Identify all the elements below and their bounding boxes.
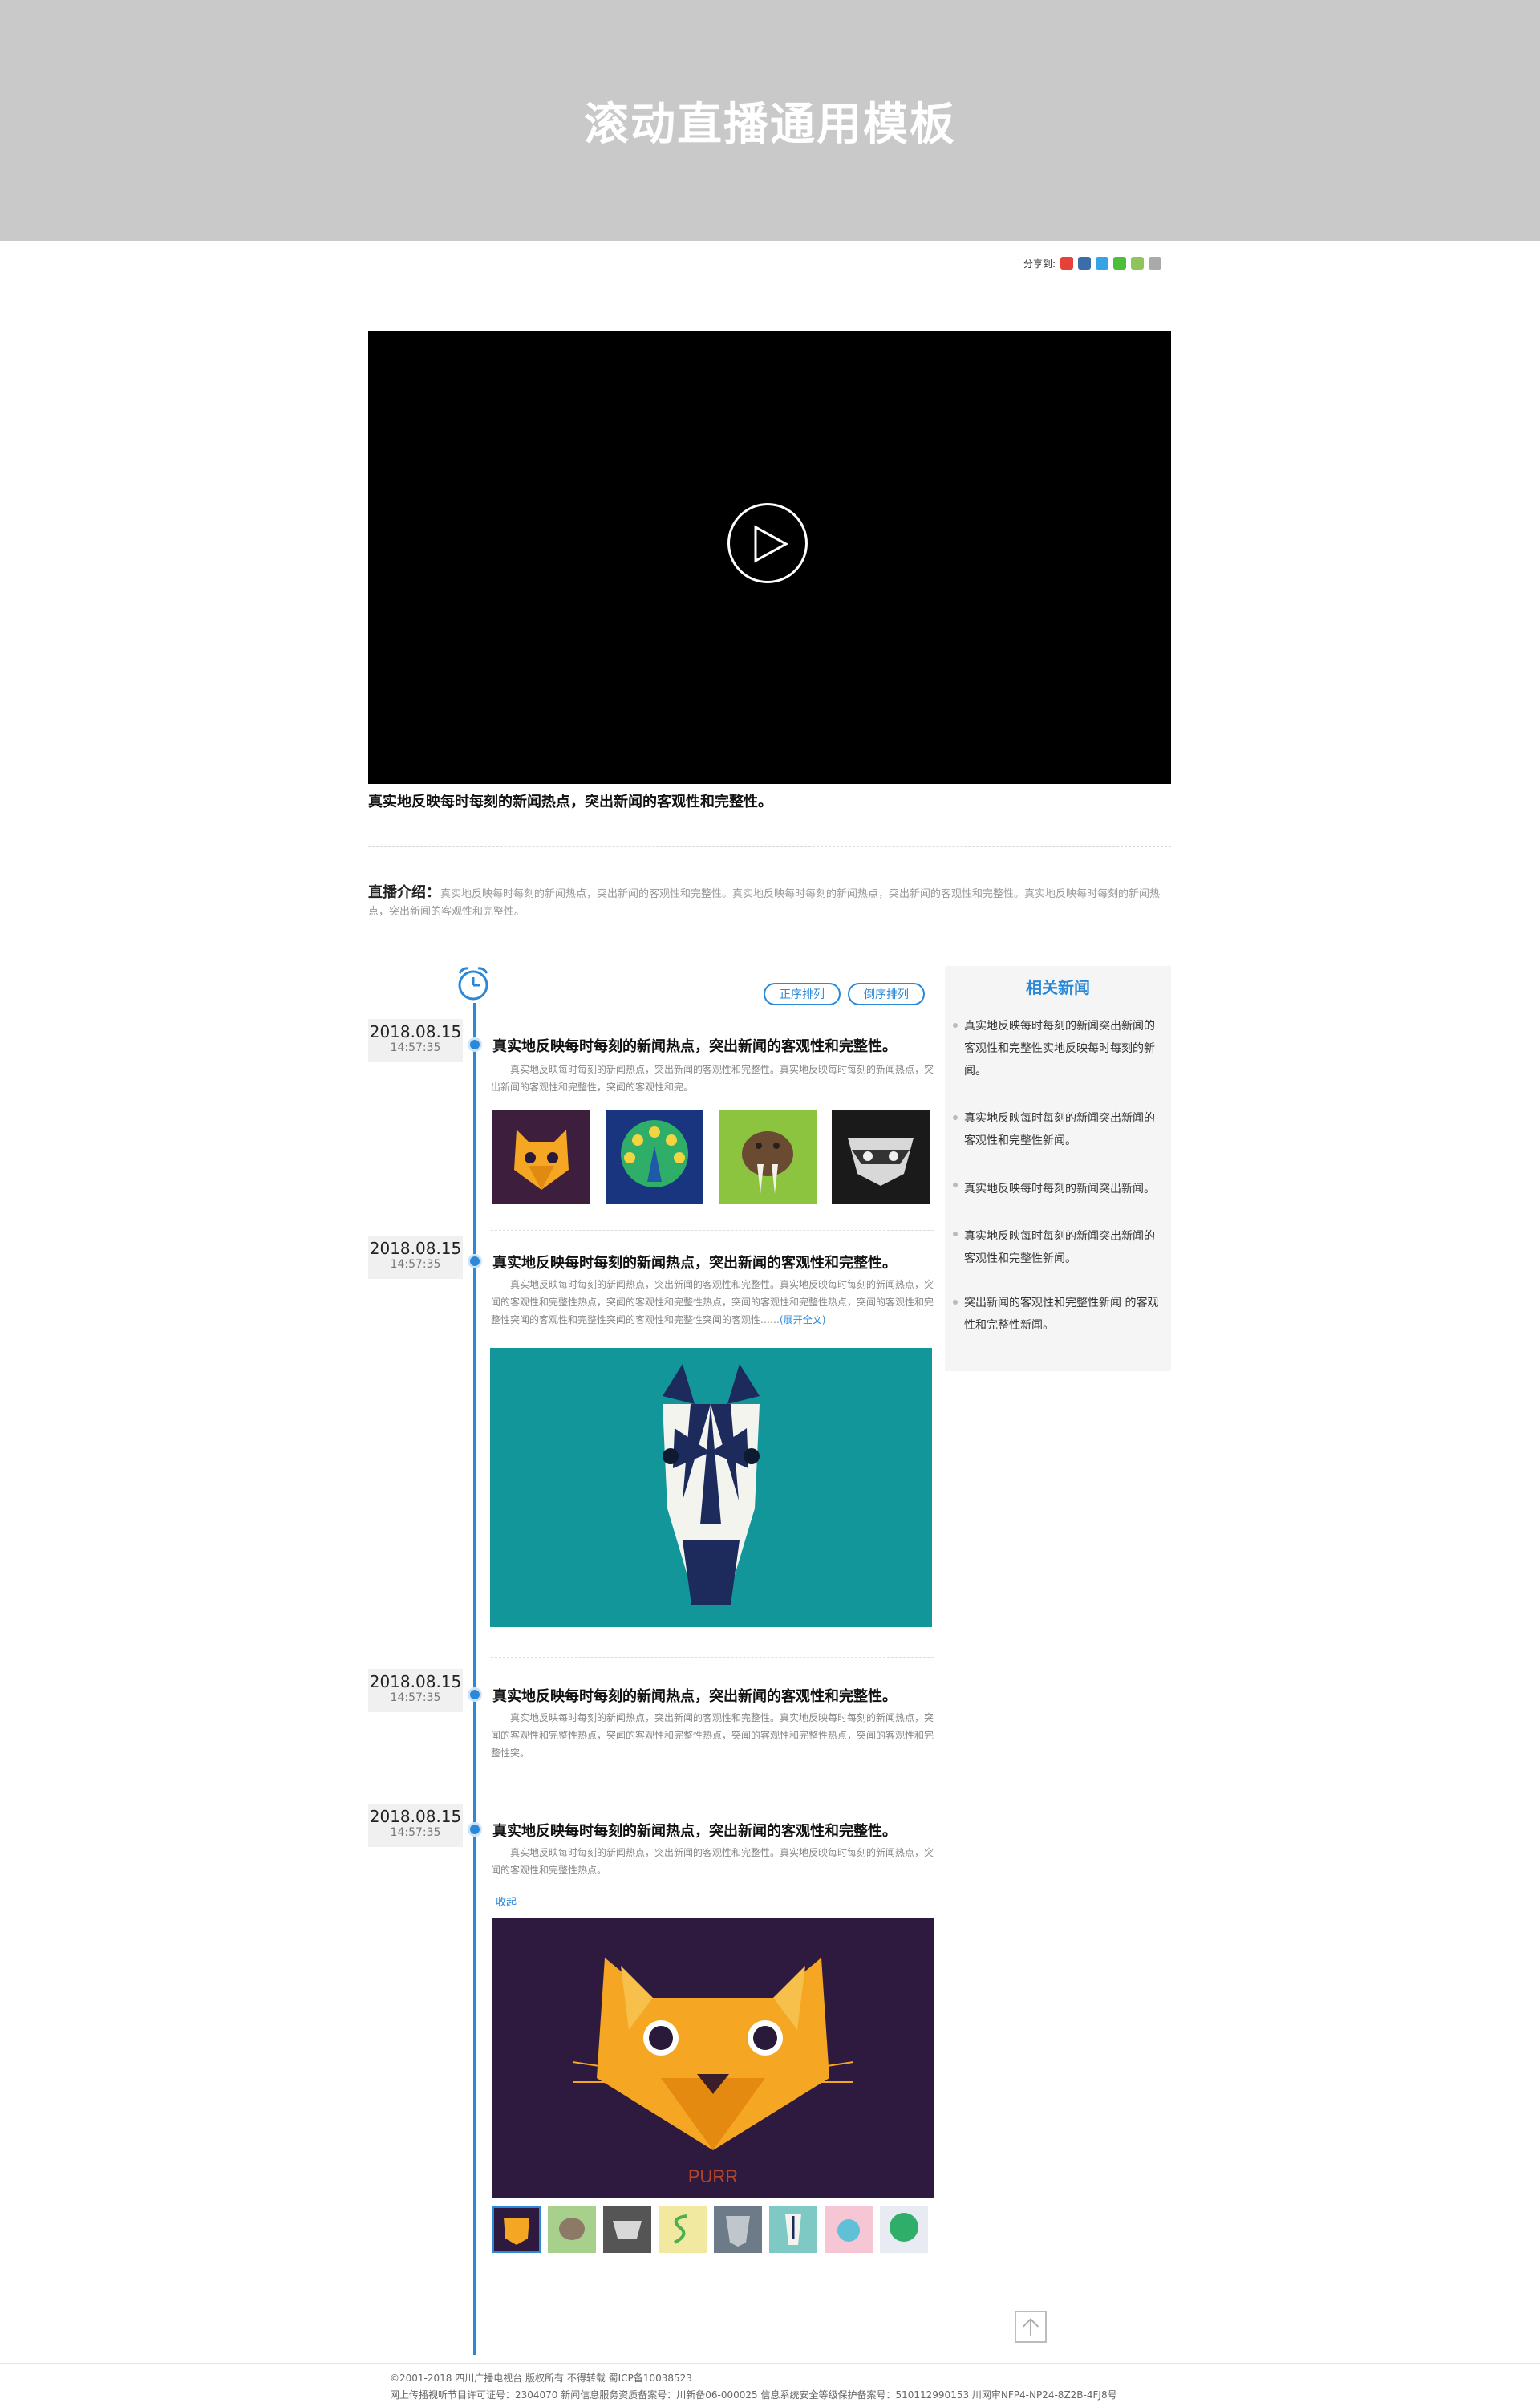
bullet (953, 1023, 958, 1028)
thumb-cat[interactable] (492, 2206, 541, 2253)
item-text: 真实地反映每时每刻的新闻热点，突出新闻的客观性和完整性。真实地反映每时每刻的新闻… (491, 1276, 934, 1329)
date-day: 2018.08.15 (369, 1022, 462, 1041)
date-day: 2018.08.15 (369, 1807, 462, 1826)
collapse-link[interactable]: 收起 (496, 1894, 517, 1909)
related-news-item[interactable]: 真实地反映每时每刻的新闻突出新闻的客观性和完整性新闻。 (964, 1225, 1165, 1270)
item-divider (491, 1230, 934, 1231)
footer-copyright: ©2001-2018 四川广播电视台 版权所有 不得转载 蜀ICP备100385… (390, 2372, 692, 2384)
wechat-share-icon[interactable] (1113, 257, 1127, 270)
thumb-zebra[interactable] (769, 2206, 817, 2253)
thumb-snake[interactable] (659, 2206, 707, 2253)
timeline-dot (468, 1822, 482, 1837)
thumb-walrus[interactable] (548, 2206, 596, 2253)
back-to-top-icon[interactable] (1015, 2311, 1047, 2343)
timeline-line (473, 1003, 476, 2355)
item-divider (491, 1657, 934, 1658)
related-news-title: 相关新闻 (1026, 978, 1090, 997)
clock-icon (458, 967, 488, 1001)
share-label: 分享到: (1023, 258, 1056, 270)
thumb-peacock[interactable] (880, 2206, 928, 2253)
timeline-date: 2018.08.15 14:57:35 (368, 1019, 463, 1062)
thumb-wolf[interactable] (714, 2206, 762, 2253)
item-text: 真实地反映每时每刻的新闻热点，突出新闻的客观性和完整性。真实地反映每时每刻的新闻… (491, 1064, 934, 1093)
related-news-item[interactable]: 真实地反映每时每刻的新闻突出新闻的客观性和完整性新闻。 (964, 1107, 1165, 1152)
thumb-raccoon[interactable] (603, 2206, 651, 2253)
sort-asc-button[interactable]: 正序排列 (764, 983, 841, 1005)
walrus-thumbnail[interactable] (719, 1110, 817, 1204)
bullet (953, 1183, 958, 1187)
play-triangle-icon[interactable] (752, 525, 789, 563)
timeline-date: 2018.08.15 14:57:35 (368, 1669, 463, 1712)
date-day: 2018.08.15 (369, 1239, 462, 1258)
weibo-share-icon[interactable] (1060, 257, 1074, 270)
bullet (953, 1300, 958, 1305)
cat-poster-image[interactable]: PURR (492, 1918, 934, 2198)
item-text: 真实地反映每时每刻的新闻热点，突出新闻的客观性和完整性。真实地反映每时每刻的新闻… (491, 1712, 934, 1759)
date-time: 14:57:35 (390, 1041, 441, 1054)
item-title[interactable]: 真实地反映每时每刻的新闻热点，突出新闻的客观性和完整性。 (492, 1252, 942, 1273)
related-news-item[interactable]: 突出新闻的客观性和完整性新闻 的客观性和完整性新闻。 (964, 1292, 1165, 1337)
timeline-date: 2018.08.15 14:57:35 (368, 1236, 463, 1279)
item-title[interactable]: 真实地反映每时每刻的新闻热点，突出新闻的客观性和完整性。 (492, 1685, 942, 1706)
footer-licenses: 网上传播视听节目许可证号：2304070 新闻信息服务资质备案号：川新备06-0… (390, 2389, 1117, 2401)
qzone-share-icon[interactable] (1078, 257, 1092, 270)
cat-thumbnail[interactable] (492, 1110, 590, 1204)
date-time: 14:57:35 (390, 1691, 441, 1704)
related-news-item[interactable]: 真实地反映每时每刻的新闻突出新闻。 (964, 1178, 1165, 1200)
bullet (953, 1115, 958, 1120)
tencent-weibo-share-icon[interactable] (1096, 257, 1109, 270)
page-title: 滚动直播通用模板 (584, 99, 956, 151)
footer-divider (0, 2363, 1540, 2364)
sort-desc-button[interactable]: 倒序排列 (848, 983, 925, 1005)
item-text: 真实地反映每时每刻的新闻热点，突出新闻的客观性和完整性。真实地反映每时每刻的新闻… (491, 1847, 934, 1876)
video-caption: 真实地反映每时每刻的新闻热点，突出新闻的客观性和完整性。 (368, 794, 772, 810)
timeline-dot (468, 1687, 482, 1702)
date-time: 14:57:35 (390, 1826, 441, 1839)
intro-text: 真实地反映每时每刻的新闻热点，突出新闻的客观性和完整性。真实地反映每时每刻的新闻… (368, 888, 1161, 918)
divider (368, 846, 1171, 847)
peacock-thumbnail[interactable] (606, 1110, 703, 1204)
item-text-content: 真实地反映每时每刻的新闻热点，突出新闻的客观性和完整性。真实地反映每时每刻的新闻… (491, 1279, 934, 1325)
related-news-item[interactable]: 真实地反映每时每刻的新闻突出新闻的客观性和完整性实地反映每时每刻的新闻。 (964, 1015, 1165, 1082)
more-share-icon[interactable] (1149, 257, 1162, 270)
expand-link[interactable]: (展开全文) (780, 1314, 825, 1325)
item-title[interactable]: 真实地反映每时每刻的新闻热点，突出新闻的客观性和完整性。 (492, 1820, 942, 1841)
renren-share-icon[interactable] (1131, 257, 1145, 270)
raccoon-thumbnail[interactable] (832, 1110, 930, 1204)
intro-label: 直播介绍： (368, 884, 440, 901)
bullet (953, 1232, 958, 1236)
date-day: 2018.08.15 (369, 1672, 462, 1691)
date-time: 14:57:35 (390, 1258, 441, 1271)
share-bar: 分享到: (1023, 255, 1162, 271)
live-intro: 直播介绍：真实地反映每时每刻的新闻热点，突出新闻的客观性和完整性。真实地反映每时… (368, 884, 1171, 921)
item-title[interactable]: 真实地反映每时每刻的新闻热点，突出新闻的客观性和完整性。 (492, 1035, 942, 1056)
thumb-pufferfish[interactable] (825, 2206, 873, 2253)
timeline-date: 2018.08.15 14:57:35 (368, 1804, 463, 1847)
zebra-image[interactable] (490, 1348, 932, 1627)
timeline-dot (468, 1254, 482, 1268)
poster-text: PURR (688, 2166, 738, 2186)
timeline-dot (468, 1037, 482, 1052)
